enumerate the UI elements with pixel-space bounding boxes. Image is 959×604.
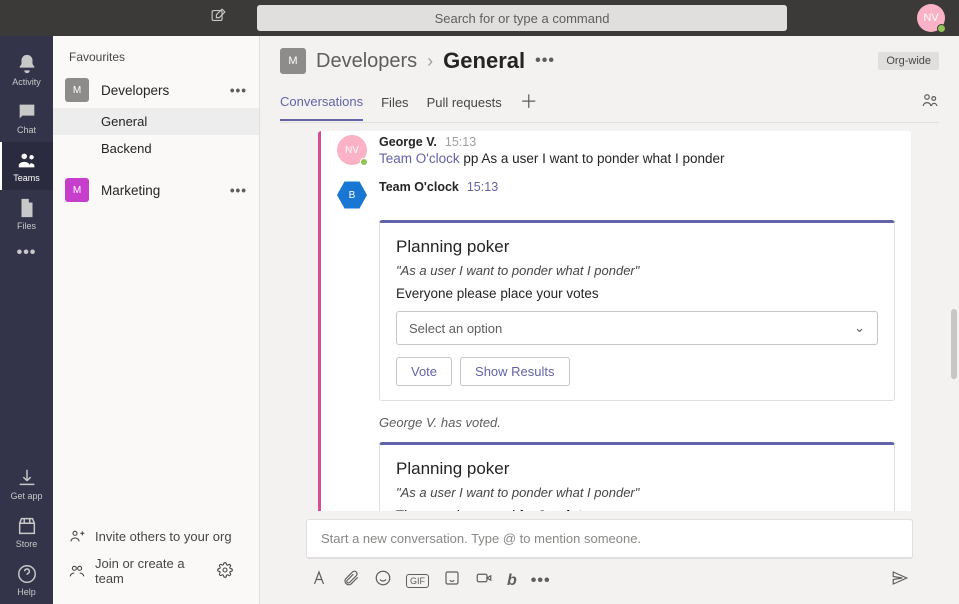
emoji-icon[interactable] (374, 569, 392, 592)
bot-name: Team O'clock (379, 180, 459, 194)
compose-toolbar: GIF b ••• (306, 559, 913, 592)
show-results-button[interactable]: Show Results (460, 357, 569, 386)
send-icon[interactable] (891, 569, 909, 592)
team-label: Marketing (101, 183, 160, 198)
channel-backend[interactable]: Backend (53, 135, 259, 162)
meet-icon[interactable] (475, 569, 493, 592)
tab-conversations[interactable]: Conversations (280, 90, 363, 121)
chevron-down-icon: ⌄ (854, 320, 865, 336)
bing-icon[interactable]: b (507, 572, 517, 590)
card-title: Planning poker (396, 459, 878, 479)
rail-chat[interactable]: Chat (0, 94, 53, 142)
rail-help[interactable]: Help (0, 556, 53, 604)
team-label: Developers (101, 83, 169, 98)
card-instruction: Everyone please place your votes (396, 286, 878, 301)
channel-more-icon[interactable]: ••• (535, 52, 555, 70)
app-rail: Activity Chat Teams Files ••• Get app St… (0, 36, 53, 604)
org-icon[interactable] (921, 91, 939, 120)
team-developers[interactable]: M Developers ••• (53, 72, 259, 108)
vote-button[interactable]: Vote (396, 357, 452, 386)
invite-icon (69, 528, 85, 544)
org-wide-tag: Org-wide (878, 52, 939, 70)
new-chat-icon[interactable] (210, 7, 227, 29)
team-marketing[interactable]: M Marketing ••• (53, 172, 259, 208)
content-area: M Developers › General ••• Org-wide Conv… (260, 36, 959, 604)
compose-area: Start a new conversation. Type @ to ment… (260, 511, 959, 604)
poker-card-vote: Planning poker "As a user I want to pond… (379, 220, 895, 401)
author-name: George V. (379, 135, 437, 149)
gif-icon[interactable]: GIF (406, 574, 429, 588)
breadcrumb-team[interactable]: Developers (316, 50, 417, 73)
team-more-icon[interactable]: ••• (230, 183, 247, 198)
card-quote: "As a user I want to ponder what I ponde… (396, 263, 878, 278)
attach-icon[interactable] (342, 569, 360, 592)
vote-status: George V. has voted. (321, 411, 911, 436)
timestamp: 15:13 (445, 135, 476, 149)
vote-select[interactable]: Select an option ⌄ (396, 311, 878, 345)
result-points: 8 points (539, 508, 591, 511)
message: NV George V. 15:13 Team O'clock pp As a u… (321, 131, 911, 170)
timestamp: 15:13 (467, 180, 498, 194)
format-icon[interactable] (310, 569, 328, 592)
more-icon[interactable]: ••• (531, 572, 551, 590)
presence-indicator (360, 158, 368, 166)
tab-files[interactable]: Files (381, 91, 408, 120)
rail-getapp[interactable]: Get app (0, 460, 53, 508)
teams-panel: Favourites M Developers ••• General Back… (53, 36, 260, 604)
bot-message: B Team O'clock 15:13 (321, 176, 911, 214)
team-more-icon[interactable]: ••• (230, 83, 247, 98)
result-text: The team has voted for (396, 508, 539, 511)
team-badge: M (65, 78, 89, 102)
join-icon (69, 563, 85, 579)
presence-indicator (937, 24, 946, 33)
rail-more[interactable]: ••• (17, 238, 37, 268)
compose-input[interactable]: Start a new conversation. Type @ to ment… (306, 519, 913, 559)
avatar-initials: NV (923, 12, 938, 24)
team-badge: M (65, 178, 89, 202)
rail-files[interactable]: Files (0, 190, 53, 238)
mention-link[interactable]: Team O'clock (379, 151, 460, 166)
search-input[interactable]: Search for or type a command (257, 5, 787, 31)
poker-card-result: Planning poker "As a user I want to pond… (379, 442, 895, 511)
breadcrumb-channel: General (443, 48, 525, 74)
message-list[interactable]: NV George V. 15:13 Team O'clock pp As a u… (260, 123, 959, 511)
channel-tabs: Conversations Files Pull requests ＋ (280, 88, 939, 123)
scrollbar[interactable] (951, 309, 957, 379)
card-title: Planning poker (396, 237, 878, 257)
invite-link[interactable]: Invite others to your org (53, 522, 259, 550)
thread: NV George V. 15:13 Team O'clock pp As a u… (318, 131, 911, 511)
rail-teams[interactable]: Teams (0, 142, 53, 190)
bot-avatar[interactable]: B (337, 180, 367, 210)
user-avatar[interactable]: NV (917, 4, 945, 32)
rail-activity[interactable]: Activity (0, 46, 53, 94)
tab-pull-requests[interactable]: Pull requests (427, 91, 502, 120)
chevron-right-icon: › (427, 51, 433, 72)
author-avatar[interactable]: NV (337, 135, 367, 165)
breadcrumb: M Developers › General ••• Org-wide (280, 48, 939, 74)
title-bar: Search for or type a command NV (0, 0, 959, 36)
sticker-icon[interactable] (443, 569, 461, 592)
card-quote: "As a user I want to ponder what I ponde… (396, 485, 878, 500)
rail-store[interactable]: Store (0, 508, 53, 556)
add-tab-icon[interactable]: ＋ (520, 88, 538, 122)
message-text: pp As a user I want to ponder what I pon… (463, 151, 724, 166)
channel-general[interactable]: General (53, 108, 259, 135)
join-team-link[interactable]: Join or create a team (53, 550, 259, 592)
breadcrumb-badge: M (280, 48, 306, 74)
gear-icon[interactable] (217, 562, 243, 581)
panel-header: Favourites (53, 36, 259, 72)
